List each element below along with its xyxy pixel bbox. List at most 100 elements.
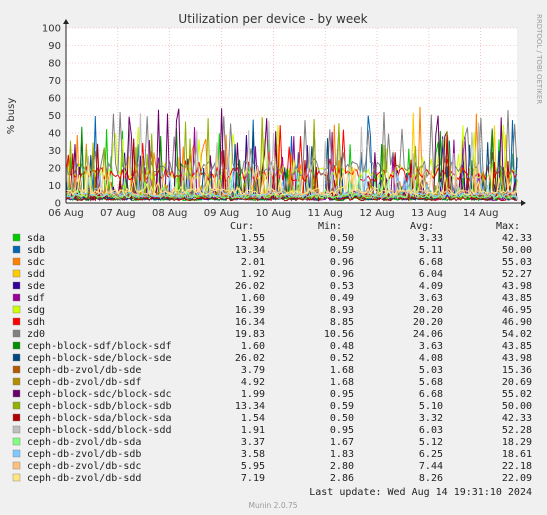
legend-cur-value: 19.83	[235, 329, 265, 340]
last-update: Last update: Wed Aug 14 19:31:10 2024	[309, 487, 532, 498]
legend-swatch	[12, 269, 21, 278]
legend-max-value: 52.27	[502, 269, 532, 280]
y-tick-label: 50	[48, 111, 61, 122]
legend-min-value: 10.56	[324, 329, 354, 340]
legend-cur-value: 4.92	[241, 377, 265, 388]
x-tick-label: 11 Aug	[307, 208, 342, 219]
legend-min-value: 0.95	[330, 389, 354, 400]
legend-header-min: Min:	[318, 221, 342, 232]
legend-avg-value: 4.09	[419, 281, 443, 292]
legend-swatch	[12, 377, 21, 386]
legend-max-value: 42.33	[502, 413, 532, 424]
legend-min-value: 2.80	[330, 461, 354, 472]
legend-series-name: ceph-block-sda/block-sda	[27, 413, 172, 424]
legend-swatch	[12, 461, 21, 470]
legend-max-value: 43.98	[502, 353, 532, 364]
legend-header-max: Max:	[496, 221, 520, 232]
legend-cur-value: 1.60	[241, 293, 265, 304]
legend-series-name: ceph-block-sdf/block-sdf	[27, 341, 172, 352]
legend-series-name: ceph-block-sdb/block-sdb	[27, 401, 172, 412]
legend-min-value: 0.50	[330, 413, 354, 424]
legend-header-avg: Avg:	[410, 221, 434, 232]
legend-series-name: sdd	[27, 269, 45, 280]
legend-max-value: 46.90	[502, 317, 532, 328]
legend-max-value: 22.18	[502, 461, 532, 472]
legend-swatch	[12, 293, 21, 302]
legend-series-name: sdf	[27, 293, 45, 304]
legend-max-value: 54.02	[502, 329, 532, 340]
legend-avg-value: 3.33	[419, 233, 443, 244]
y-tick-label: 20	[48, 164, 61, 175]
y-tick-label: 40	[48, 129, 61, 140]
legend-avg-value: 5.68	[419, 377, 443, 388]
y-tick-label: 10	[48, 181, 61, 192]
legend-cur-value: 26.02	[235, 281, 265, 292]
legend-max-value: 22.09	[502, 473, 532, 484]
x-tick-label: 08 Aug	[152, 208, 187, 219]
legend-swatch	[12, 401, 21, 410]
legend-cur-value: 1.55	[241, 233, 265, 244]
legend-min-value: 8.85	[330, 317, 354, 328]
legend-series-name: ceph-db-zvol/db-sdc	[27, 461, 141, 472]
legend-min-value: 0.59	[330, 245, 354, 256]
legend-swatch	[12, 317, 21, 326]
legend-min-value: 1.67	[330, 437, 354, 448]
legend-header-cur: Cur:	[230, 221, 254, 232]
munin-version: Munin 2.0.75	[248, 501, 297, 510]
legend-swatch	[12, 233, 21, 242]
legend-series-name: ceph-db-zvol/db-sde	[27, 365, 141, 376]
legend-swatch	[12, 413, 21, 422]
legend-avg-value: 5.12	[419, 437, 443, 448]
legend-min-value: 0.48	[330, 341, 354, 352]
y-tick-label: 60	[48, 94, 61, 105]
legend-cur-value: 1.60	[241, 341, 265, 352]
legend-max-value: 43.98	[502, 281, 532, 292]
legend-min-value: 0.96	[330, 257, 354, 268]
legend-swatch	[12, 389, 21, 398]
legend-min-value: 1.68	[330, 365, 354, 376]
rrdtool-credit: RRDTOOL / TOBI OETIKER	[535, 14, 543, 104]
legend-series-name: sdg	[27, 305, 45, 316]
y-tick-label: 70	[48, 76, 61, 87]
legend-cur-value: 2.01	[241, 257, 265, 268]
legend-swatch	[12, 425, 21, 434]
legend-series-name: ceph-db-zvol/db-sdf	[27, 377, 141, 388]
legend-max-value: 43.85	[502, 341, 532, 352]
legend-series-name: ceph-block-sdc/block-sdc	[27, 389, 172, 400]
legend-max-value: 15.36	[502, 365, 532, 376]
legend-cur-value: 3.58	[241, 449, 265, 460]
legend-avg-value: 6.25	[419, 449, 443, 460]
legend-max-value: 50.00	[502, 245, 532, 256]
x-tick-label: 13 Aug	[411, 208, 446, 219]
x-tick-label: 07 Aug	[100, 208, 135, 219]
legend-avg-value: 3.32	[419, 413, 443, 424]
legend-max-value: 55.02	[502, 389, 532, 400]
munin-chart: Utilization per device - by week % busy …	[0, 0, 547, 515]
legend-cur-value: 1.91	[241, 425, 265, 436]
legend-cur-value: 5.95	[241, 461, 265, 472]
legend-avg-value: 5.10	[419, 401, 443, 412]
y-axis-label: % busy	[6, 98, 17, 135]
legend-min-value: 0.49	[330, 293, 354, 304]
legend-min-value: 1.83	[330, 449, 354, 460]
legend-series-name: sde	[27, 281, 45, 292]
legend-min-value: 0.52	[330, 353, 354, 364]
legend-series-name: sdb	[27, 245, 45, 256]
legend-cur-value: 1.99	[241, 389, 265, 400]
legend-swatch	[12, 437, 21, 446]
legend-avg-value: 8.26	[419, 473, 443, 484]
legend-series-name: sda	[27, 233, 45, 244]
legend-avg-value: 3.63	[419, 341, 443, 352]
legend-swatch	[12, 329, 21, 338]
legend-series-name: sdc	[27, 257, 45, 268]
legend-min-value: 0.53	[330, 281, 354, 292]
x-tick-label: 10 Aug	[256, 208, 291, 219]
legend-avg-value: 6.04	[419, 269, 443, 280]
legend-swatch	[12, 365, 21, 374]
legend-swatch	[12, 257, 21, 266]
legend-swatch	[12, 353, 21, 362]
x-tick-label: 12 Aug	[359, 208, 394, 219]
legend-cur-value: 13.34	[235, 245, 265, 256]
legend-series-name: ceph-db-zvol/db-sdd	[27, 473, 141, 484]
legend-cur-value: 1.92	[241, 269, 265, 280]
